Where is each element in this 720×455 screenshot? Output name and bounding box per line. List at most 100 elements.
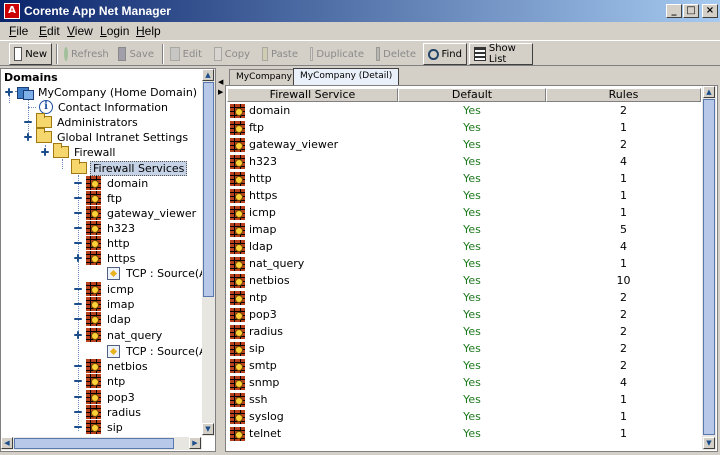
tree-node-service[interactable]: imap — [74, 296, 137, 312]
expand-toggle-icon[interactable] — [74, 331, 82, 339]
tree-node-service[interactable]: ldap — [74, 311, 133, 327]
table-row[interactable]: snmp Yes 4 — [227, 374, 701, 391]
menu-view[interactable]: View — [67, 24, 93, 38]
table-vertical-scrollbar[interactable]: ▲ ▼ — [702, 86, 716, 450]
collapse-toggle-icon[interactable] — [74, 408, 82, 416]
expand-toggle-icon[interactable] — [41, 148, 49, 156]
scroll-thumb[interactable] — [203, 82, 214, 297]
table-row[interactable]: ftp Yes 1 — [227, 119, 701, 136]
tree-node-service[interactable]: domain — [74, 175, 150, 191]
splitter-right-arrow-icon[interactable]: ▶ — [218, 88, 223, 96]
tab-mycompany[interactable]: MyCompany — [229, 69, 299, 85]
tree-node-service[interactable]: icmp — [74, 281, 136, 297]
table-row[interactable]: pop3 Yes 2 — [227, 306, 701, 323]
tree-node-service[interactable]: gateway_viewer — [74, 205, 198, 221]
tree-node-service[interactable]: https — [74, 250, 137, 266]
column-header-rules[interactable]: Rules — [546, 88, 701, 102]
column-header-default[interactable]: Default — [398, 88, 546, 102]
duplicate-button[interactable]: Duplicate — [306, 43, 368, 65]
close-button[interactable]: × — [702, 4, 718, 18]
save-button[interactable]: Save — [114, 43, 158, 65]
collapse-toggle-icon[interactable] — [74, 224, 82, 232]
tree-node-firewall-services[interactable]: Firewall Services — [71, 159, 188, 176]
find-button[interactable]: Find — [423, 43, 467, 65]
collapse-toggle-icon[interactable] — [24, 118, 32, 126]
table-row[interactable]: ssh Yes 1 — [227, 391, 701, 408]
menu-edit[interactable]: Edit — [39, 24, 60, 38]
panel-splitter[interactable]: ◀ ▶ — [216, 68, 225, 452]
table-row[interactable]: ntp Yes 2 — [227, 289, 701, 306]
scroll-up-arrow-icon[interactable]: ▲ — [202, 69, 214, 81]
tree-node-service[interactable]: radius — [74, 404, 143, 420]
menu-help[interactable]: Help — [136, 24, 161, 38]
maximize-button[interactable]: □ — [683, 4, 699, 18]
tree-node-service[interactable]: http — [74, 235, 132, 251]
table-row[interactable]: domain Yes 2 — [227, 102, 701, 119]
minimize-button[interactable]: _ — [666, 4, 682, 18]
table-row[interactable]: syslog Yes 1 — [227, 408, 701, 425]
tree-vertical-scrollbar[interactable]: ▲ ▼ — [202, 69, 215, 436]
new-button[interactable]: New — [9, 43, 52, 65]
scroll-up-arrow-icon[interactable]: ▲ — [703, 86, 715, 98]
collapse-toggle-icon[interactable] — [74, 285, 82, 293]
firewall-service-icon — [230, 188, 245, 203]
table-row[interactable]: https Yes 1 — [227, 187, 701, 204]
scroll-right-arrow-icon[interactable]: ▶ — [189, 437, 201, 449]
delete-button[interactable]: Delete — [372, 43, 420, 65]
column-header-service[interactable]: Firewall Service — [227, 88, 398, 102]
tree-node-service[interactable]: h323 — [74, 220, 137, 236]
table-row[interactable]: http Yes 1 — [227, 170, 701, 187]
tree-horizontal-scrollbar[interactable]: ◀ ▶ — [1, 437, 202, 450]
paste-button[interactable]: Paste — [258, 43, 302, 65]
table-row[interactable]: imap Yes 5 — [227, 221, 701, 238]
table-row[interactable]: radius Yes 2 — [227, 323, 701, 340]
table-row[interactable]: nat_query Yes 1 — [227, 255, 701, 272]
tree-node-service[interactable]: netbios — [74, 358, 150, 374]
scroll-thumb[interactable] — [703, 99, 715, 435]
collapse-toggle-icon[interactable] — [74, 423, 82, 431]
scroll-thumb[interactable] — [14, 438, 174, 449]
show-list-button[interactable]: Show List — [469, 43, 533, 65]
tree-node-service[interactable]: sip — [74, 419, 125, 435]
tree-node-rule[interactable]: TCP : Source(Any) — [107, 265, 215, 281]
scroll-down-arrow-icon[interactable]: ▼ — [703, 437, 715, 449]
tree-node-service[interactable]: pop3 — [74, 389, 137, 405]
collapse-toggle-icon[interactable] — [74, 377, 82, 385]
tree-node-global-settings[interactable]: Global Intranet Settings — [24, 128, 190, 145]
collapse-toggle-icon[interactable] — [74, 362, 82, 370]
table-row[interactable]: sip Yes 2 — [227, 340, 701, 357]
copy-button[interactable]: Copy — [210, 43, 254, 65]
table-row[interactable]: icmp Yes 1 — [227, 204, 701, 221]
collapse-toggle-icon[interactable] — [74, 393, 82, 401]
tree-node-service[interactable]: nat_query — [74, 327, 164, 343]
table-row[interactable]: ldap Yes 4 — [227, 238, 701, 255]
table-row[interactable]: netbios Yes 10 — [227, 272, 701, 289]
tab-mycompany-detail[interactable]: MyCompany (Detail) — [293, 68, 400, 86]
menu-login[interactable]: Login — [100, 24, 129, 38]
menu-file[interactable]: File — [9, 24, 28, 38]
refresh-button[interactable]: Refresh — [60, 43, 110, 65]
edit-button[interactable]: Edit — [166, 43, 206, 65]
tree-node-rule[interactable]: TCP : Source(Any) — [107, 343, 215, 359]
collapse-toggle-icon[interactable] — [74, 315, 82, 323]
table-row[interactable]: telnet Yes 1 — [227, 425, 701, 442]
collapse-toggle-icon[interactable] — [74, 179, 82, 187]
table-row[interactable]: smtp Yes 2 — [227, 357, 701, 374]
collapse-toggle-icon[interactable] — [74, 194, 82, 202]
tree-node-company[interactable]: MyCompany (Home Domain) — [5, 84, 199, 100]
table-row[interactable]: gateway_viewer Yes 2 — [227, 136, 701, 153]
collapse-toggle-icon[interactable] — [74, 300, 82, 308]
expand-toggle-icon[interactable] — [74, 254, 82, 262]
expand-toggle-icon[interactable] — [24, 133, 32, 141]
tree-node-firewall[interactable]: Firewall — [41, 143, 117, 160]
collapse-toggle-icon[interactable] — [74, 209, 82, 217]
scroll-down-arrow-icon[interactable]: ▼ — [202, 423, 214, 435]
scroll-left-arrow-icon[interactable]: ◀ — [1, 437, 13, 449]
table-row[interactable]: h323 Yes 4 — [227, 153, 701, 170]
tree-node-service[interactable]: ftp — [74, 190, 124, 206]
expand-toggle-icon[interactable] — [5, 88, 13, 96]
splitter-left-arrow-icon[interactable]: ◀ — [218, 78, 223, 86]
tree-node-service[interactable]: ntp — [74, 373, 127, 389]
tree-node-contact[interactable]: i Contact Information — [39, 99, 170, 115]
collapse-toggle-icon[interactable] — [74, 239, 82, 247]
